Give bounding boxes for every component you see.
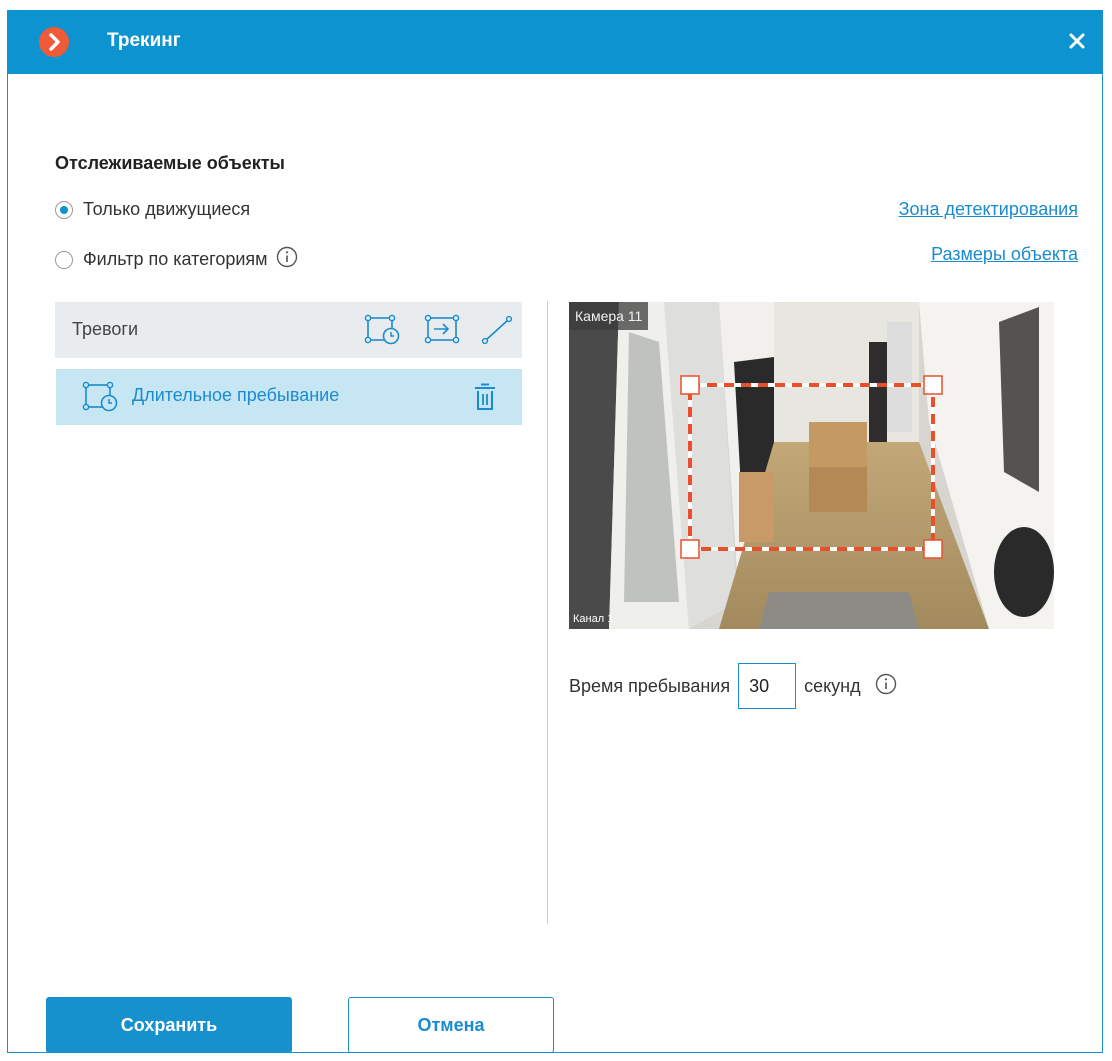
- radio-moving-only[interactable]: Только движущиеся: [55, 199, 250, 220]
- camera-channel-label: Канал 1: [573, 613, 614, 625]
- line-crossing-icon[interactable]: [480, 314, 514, 351]
- alarm-item-label: Длительное пребывание: [132, 385, 340, 405]
- tracking-dialog: Трекинг Отслеживаемые объекты Только дви…: [7, 10, 1103, 1053]
- zone-timer-icon[interactable]: [364, 314, 402, 351]
- camera-preview[interactable]: Камера 11 Канал 1: [569, 302, 1054, 629]
- tracked-objects-heading: Отслеживаемые объекты: [55, 153, 285, 173]
- close-icon[interactable]: [1062, 26, 1092, 56]
- object-size-link[interactable]: Размеры объекта: [931, 244, 1078, 265]
- radio-category-filter-label: Фильтр по категориям: [83, 249, 268, 269]
- app-logo-icon: [39, 27, 69, 57]
- camera-name-label: Камера 11: [569, 302, 649, 330]
- alarms-toolbar: Тревоги: [55, 302, 522, 358]
- panel-divider: [547, 301, 548, 924]
- dialog-title: Трекинг: [107, 30, 181, 51]
- zone-enter-icon[interactable]: [424, 314, 460, 351]
- dwell-time-row: Время пребывания секунд: [569, 663, 897, 709]
- alarm-item-long-stay[interactable]: Длительное пребывание: [56, 369, 522, 425]
- save-button[interactable]: Сохранить: [46, 997, 292, 1053]
- dwell-time-label: Время пребывания: [569, 675, 731, 696]
- cancel-button[interactable]: Отмена: [348, 997, 554, 1053]
- radio-moving-only-label: Только движущиеся: [83, 199, 251, 219]
- title-bar: Трекинг: [8, 10, 1102, 74]
- camera-scene: [569, 302, 1054, 629]
- radio-category-filter[interactable]: Фильтр по категориям: [55, 246, 298, 273]
- info-icon[interactable]: [276, 246, 298, 273]
- dwell-time-input[interactable]: [738, 663, 797, 709]
- info-icon[interactable]: [875, 673, 897, 700]
- zone-timer-icon: [82, 381, 120, 418]
- dwell-unit-label: секунд: [804, 675, 861, 696]
- radio-checked-icon[interactable]: [55, 200, 73, 219]
- radio-unchecked-icon[interactable]: [55, 250, 73, 269]
- detection-zone-link[interactable]: Зона детектирования: [899, 199, 1078, 220]
- trash-icon[interactable]: [473, 382, 497, 417]
- alarms-title: Тревоги: [72, 319, 138, 339]
